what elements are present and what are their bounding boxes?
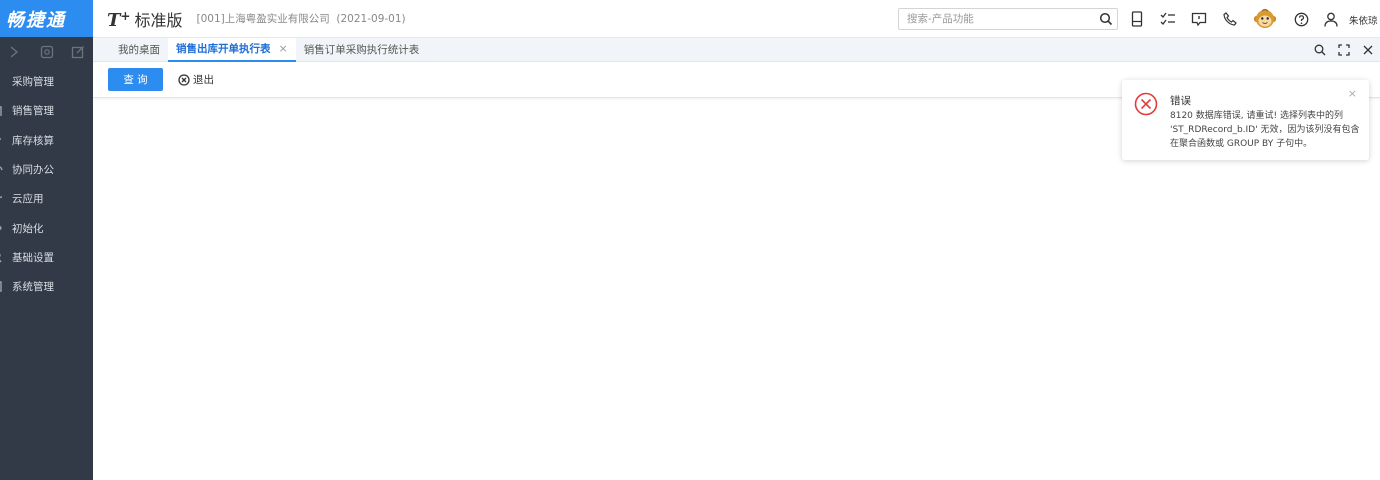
sidebar-item[interactable]: 销售管理: [0, 96, 93, 125]
collapse-icon[interactable]: [9, 45, 23, 59]
fullscreen-icon[interactable]: [1332, 38, 1356, 62]
map-icon[interactable]: [40, 45, 54, 59]
exit-icon: [178, 73, 190, 86]
search-input[interactable]: [907, 13, 1087, 25]
exit-label: 退出: [193, 74, 214, 86]
exit-button[interactable]: 退出: [178, 72, 214, 87]
purchase-icon: [0, 75, 12, 89]
company-name: [001]上海粤盈实业有限公司: [196, 13, 330, 25]
settings-icon: [0, 250, 12, 264]
cloud-icon: [0, 192, 12, 206]
tab-search-icon[interactable]: [1308, 38, 1332, 62]
error-message: 8120 数据库错误, 请重试! 选择列表中的列 'ST_RDRecord_b.…: [1170, 111, 1360, 149]
sidebar-item-label: 系统管理: [12, 281, 54, 294]
sidebar-item[interactable]: 库存核算: [0, 126, 93, 155]
init-icon: [0, 221, 12, 235]
help-icon[interactable]: [1293, 11, 1309, 27]
inventory-icon: [0, 133, 12, 147]
sidebar: 畅捷通 采购管理销售管理库存核算协同办公云应用初始化基础设置系统管理: [0, 0, 93, 480]
sidebar-item[interactable]: 基础设置: [0, 243, 93, 272]
tab-tools: [1308, 38, 1380, 62]
monkey-avatar-icon[interactable]: [1253, 7, 1277, 31]
tab-label: 销售订单采购执行统计表: [303, 44, 420, 56]
error-notification: 错误 8120 数据库错误, 请重试! 选择列表中的列 'ST_RDRecord…: [1122, 80, 1369, 160]
brand-logo: 畅捷通: [0, 0, 93, 37]
sidebar-tools: [0, 37, 93, 67]
sidebar-item-label: 销售管理: [12, 105, 54, 118]
tab-bar: 我的桌面 销售出库开单执行表 × 销售订单采购执行统计表: [93, 37, 1380, 62]
sidebar-item-label: 基础设置: [12, 251, 54, 264]
mobile-icon[interactable]: [1129, 11, 1145, 27]
sidebar-item[interactable]: 协同办公: [0, 155, 93, 184]
logo-plus: +: [120, 8, 131, 23]
close-all-icon[interactable]: [1356, 38, 1380, 62]
search-icon[interactable]: [1099, 12, 1113, 29]
system-icon: [0, 280, 12, 294]
query-button[interactable]: 查 询: [108, 68, 163, 91]
logo-t: T: [107, 9, 121, 31]
task-list-icon[interactable]: [1160, 11, 1176, 27]
message-icon[interactable]: [1191, 11, 1207, 27]
tab-close-icon[interactable]: ×: [279, 42, 288, 55]
sidebar-item-label: 协同办公: [12, 164, 54, 177]
sidebar-item[interactable]: 系统管理: [0, 272, 93, 301]
sales-icon: [0, 104, 12, 118]
user-icon[interactable]: [1323, 11, 1339, 27]
error-icon: [1134, 92, 1158, 119]
edit-icon[interactable]: [71, 45, 85, 59]
error-title: 错误: [1170, 95, 1191, 107]
tab-item[interactable]: 销售订单采购执行统计表: [296, 38, 428, 62]
sidebar-item-label: 库存核算: [12, 134, 54, 147]
search-box: [898, 8, 1118, 30]
sidebar-item-label: 采购管理: [12, 76, 54, 89]
collab-icon: [0, 163, 12, 177]
edition-label: 标准版: [134, 10, 183, 30]
sidebar-item-label: 初始化: [12, 222, 44, 235]
sidebar-item[interactable]: 采购管理: [0, 67, 93, 96]
phone-icon[interactable]: [1222, 11, 1238, 27]
toast-close-icon[interactable]: ×: [1348, 87, 1357, 100]
sidebar-item[interactable]: 初始化: [0, 213, 93, 242]
product-logo: T + 标准版: [107, 7, 182, 31]
sidebar-item-label: 云应用: [12, 193, 44, 206]
top-header: T + 标准版 [001]上海粤盈实业有限公司 (2021-09-01) 搜索-…: [93, 0, 1380, 38]
sidebar-item[interactable]: 云应用: [0, 184, 93, 213]
account-date: (2021-09-01): [336, 13, 406, 25]
tab-label: 销售出库开单执行表: [176, 43, 271, 55]
tab-item[interactable]: 销售出库开单执行表 ×: [168, 37, 296, 62]
username[interactable]: 朱依琼: [1349, 13, 1378, 27]
tab-item[interactable]: 我的桌面: [110, 38, 168, 62]
tab-label: 我的桌面: [118, 44, 160, 56]
company-info: [001]上海粤盈实业有限公司 (2021-09-01): [196, 11, 405, 26]
